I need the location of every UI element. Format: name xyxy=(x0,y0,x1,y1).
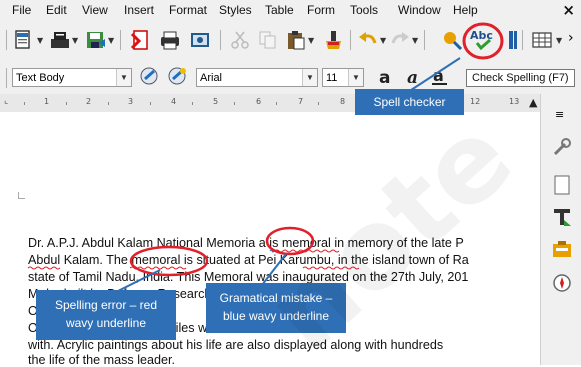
grammar-error-highlight xyxy=(265,226,315,256)
sidebar-deck: ≡ xyxy=(540,94,581,365)
navigator-compass-icon[interactable] xyxy=(551,272,573,298)
grammar-callout-leader xyxy=(261,253,287,286)
spell-checker-callout-text: Spell checker xyxy=(373,95,446,109)
grammar-error-callout-line2: blue wavy underline xyxy=(222,309,330,323)
spelling-error-callout: Spelling error – red wavy underline xyxy=(36,290,176,340)
spelling-error-callout-line2: wavy underline xyxy=(65,316,147,330)
page-icon[interactable] xyxy=(551,174,573,200)
properties-wrench-icon[interactable] xyxy=(551,136,573,162)
sidebar-menu-icon[interactable]: ≡ xyxy=(555,108,564,121)
gallery-icon[interactable] xyxy=(551,238,573,264)
spelling-callout-leader xyxy=(117,269,161,292)
spelling-error-callout-line1: Spelling error – red xyxy=(54,298,158,312)
grammar-error-callout-line1: Gramatical mistake – xyxy=(219,291,333,305)
grammar-error-callout: Gramatical mistake – blue wavy underline xyxy=(206,283,346,333)
spelling-error-highlight xyxy=(129,245,209,277)
spell-button-highlight xyxy=(462,22,504,60)
spell-checker-callout: Spell checker xyxy=(355,89,464,115)
styles-icon[interactable] xyxy=(551,206,573,232)
